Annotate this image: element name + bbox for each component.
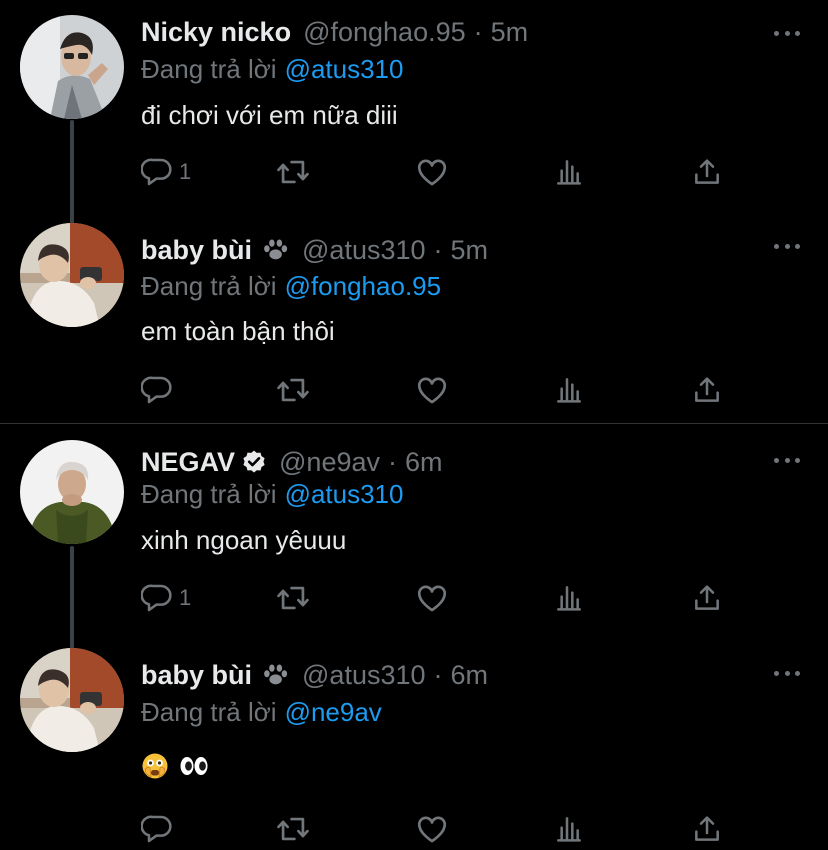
reply-button[interactable]	[141, 812, 179, 846]
more-icon[interactable]	[774, 241, 800, 251]
replying-to: Đang trả lời @ne9av	[141, 697, 382, 728]
replying-prefix: Đang trả lời	[141, 54, 277, 84]
mention-link[interactable]: @atus310	[285, 54, 404, 84]
like-icon	[415, 373, 449, 407]
tweet-text: đi chơi với em nữa diii	[141, 100, 398, 130]
share-icon	[691, 812, 723, 846]
separator-dot: ·	[433, 234, 443, 265]
replying-prefix: Đang trả lời	[141, 697, 277, 727]
separator-dot: ·	[433, 659, 443, 690]
reply-icon	[141, 374, 173, 406]
analytics-button[interactable]	[553, 373, 585, 407]
replying-to: Đang trả lời @fonghao.95	[141, 271, 441, 302]
like-button[interactable]	[415, 373, 449, 407]
timestamp[interactable]: 5m	[491, 17, 529, 48]
reply-icon	[141, 813, 173, 845]
more-icon[interactable]	[774, 668, 800, 678]
avatar[interactable]	[20, 15, 124, 119]
share-button[interactable]	[691, 812, 723, 846]
analytics-icon	[553, 812, 585, 846]
divider	[0, 423, 828, 424]
tweet-text	[141, 752, 209, 787]
retweet-button[interactable]	[275, 373, 311, 407]
eyes-emoji	[180, 757, 208, 775]
share-button[interactable]	[691, 581, 723, 615]
separator-dot: ·	[473, 16, 483, 47]
share-icon	[691, 155, 723, 189]
action-bar: 1	[141, 155, 731, 189]
timestamp[interactable]: 6m	[405, 447, 443, 478]
reply-button[interactable]: 1	[141, 581, 191, 615]
share-button[interactable]	[691, 155, 723, 189]
paw-icon	[260, 660, 290, 690]
reply-icon	[141, 156, 173, 188]
avatar[interactable]	[20, 223, 124, 327]
like-icon	[415, 155, 449, 189]
share-icon	[691, 373, 723, 407]
replying-to: Đang trả lời @atus310	[141, 479, 403, 510]
retweet-icon	[275, 581, 311, 615]
mention-link[interactable]: @ne9av	[285, 697, 382, 727]
analytics-icon	[553, 581, 585, 615]
like-button[interactable]	[415, 155, 449, 189]
share-icon	[691, 581, 723, 615]
like-icon	[415, 581, 449, 615]
like-button[interactable]	[415, 812, 449, 846]
paw-icon	[260, 235, 290, 265]
analytics-button[interactable]	[553, 155, 585, 189]
more-icon[interactable]	[774, 28, 800, 38]
user-handle[interactable]: @atus310	[302, 660, 426, 691]
avatar[interactable]	[20, 440, 124, 544]
timestamp[interactable]: 5m	[451, 235, 489, 266]
reply-count: 1	[179, 159, 192, 184]
tweet-text: xinh ngoan yêuuu	[141, 525, 347, 555]
reply-icon	[141, 582, 173, 614]
user-handle[interactable]: @atus310	[302, 235, 426, 266]
retweet-button[interactable]	[275, 812, 311, 846]
display-name[interactable]: NEGAV	[141, 447, 235, 478]
analytics-icon	[553, 155, 585, 189]
timestamp[interactable]: 6m	[451, 660, 489, 691]
flushed-face-emoji	[142, 753, 168, 779]
replying-prefix: Đang trả lời	[141, 271, 277, 301]
user-handle[interactable]: @fonghao.95	[303, 17, 466, 48]
action-bar: 1	[141, 581, 731, 615]
analytics-icon	[553, 373, 585, 407]
share-button[interactable]	[691, 373, 723, 407]
display-name[interactable]: baby bùi	[141, 235, 252, 266]
thread-line	[70, 120, 74, 224]
retweet-icon	[275, 155, 311, 189]
like-icon	[415, 812, 449, 846]
replying-to: Đang trả lời @atus310	[141, 54, 403, 85]
mention-link[interactable]: @atus310	[285, 479, 404, 509]
retweet-button[interactable]	[275, 155, 311, 189]
display-name[interactable]: Nicky nicko	[141, 17, 291, 48]
separator-dot: ·	[388, 446, 397, 477]
tweet-text: em toàn bận thôi	[141, 316, 335, 346]
action-bar	[141, 812, 731, 846]
retweet-icon	[275, 373, 311, 407]
more-icon[interactable]	[774, 455, 800, 465]
thread-line	[70, 546, 74, 650]
retweet-icon	[275, 812, 311, 846]
user-handle[interactable]: @ne9av	[279, 447, 380, 478]
action-bar	[141, 373, 731, 407]
replying-prefix: Đang trả lời	[141, 479, 277, 509]
like-button[interactable]	[415, 581, 449, 615]
analytics-button[interactable]	[553, 581, 585, 615]
display-name[interactable]: baby bùi	[141, 660, 252, 691]
avatar[interactable]	[20, 648, 124, 752]
analytics-button[interactable]	[553, 812, 585, 846]
mention-link[interactable]: @fonghao.95	[285, 271, 442, 301]
reply-count: 1	[179, 585, 192, 610]
retweet-button[interactable]	[275, 581, 311, 615]
reply-button[interactable]: 1	[141, 155, 191, 189]
verified-icon	[241, 449, 267, 475]
reply-button[interactable]	[141, 373, 179, 407]
